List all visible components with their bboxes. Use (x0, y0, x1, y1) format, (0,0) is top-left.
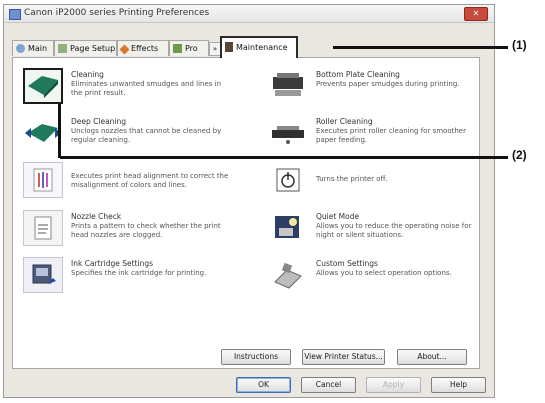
page-setup-icon (58, 44, 67, 53)
tab-main[interactable]: Main (12, 40, 54, 56)
custom-settings-title: Custom Settings (316, 259, 378, 268)
apply-button[interactable]: Apply (366, 377, 421, 393)
callout-label-1: (1) (512, 38, 527, 52)
profiles-icon (173, 44, 182, 53)
nozzle-check-title: Nozzle Check (71, 212, 122, 221)
alignment-icon[interactable] (23, 162, 63, 198)
instructions-button[interactable]: Instructions (221, 349, 291, 365)
deep-cleaning-title: Deep Cleaning (71, 117, 127, 126)
power-off-icon[interactable] (268, 162, 308, 198)
about-button[interactable]: About... (397, 349, 467, 365)
cancel-button[interactable]: Cancel (301, 377, 356, 393)
bottom-plate-desc: Prevents paper smudges during printing. (316, 80, 460, 88)
alignment-desc: Executes print head alignment to correct… (71, 172, 229, 189)
view-printer-status-button[interactable]: View Printer Status... (302, 349, 385, 365)
maintenance-icon (225, 42, 233, 52)
deep-cleaning-desc: Unclogs nozzles that cannot be cleaned b… (71, 127, 222, 144)
cleaning-title: Cleaning (71, 70, 104, 79)
bottom-plate-icon[interactable] (268, 68, 308, 104)
custom-settings-desc: Allows you to select operation options. (316, 269, 452, 277)
tab-page-setup[interactable]: Page Setup (54, 40, 117, 56)
printing-preferences-window: Canon iP2000 series Printing Preferences… (3, 4, 495, 398)
title-bar: Canon iP2000 series Printing Preferences… (4, 5, 494, 23)
roller-cleaning-title: Roller Cleaning (316, 117, 373, 126)
tab-profiles[interactable]: Pro (169, 40, 209, 56)
nozzle-check-icon[interactable] (23, 210, 63, 246)
help-button[interactable]: Help (431, 377, 486, 393)
custom-settings-icon[interactable] (268, 257, 308, 293)
bottom-plate-title: Bottom Plate Cleaning (316, 70, 400, 79)
ink-cartridge-icon[interactable] (23, 257, 63, 293)
callout-line-2 (60, 156, 508, 159)
quiet-mode-desc: Allows you to reduce the operating noise… (316, 222, 472, 239)
roller-cleaning-desc: Executes print roller cleaning for smoot… (316, 127, 466, 144)
ink-cartridge-desc: Specifies the ink cartridge for printing… (71, 269, 207, 277)
roller-cleaning-icon[interactable] (268, 115, 308, 151)
ink-cartridge-title: Ink Cartridge Settings (71, 259, 153, 268)
tab-effects[interactable]: Effects (117, 40, 169, 56)
maintenance-panel: Cleaning Eliminates unwanted smudges and… (12, 57, 480, 369)
tab-maintenance[interactable]: Maintenance (220, 36, 298, 58)
cleaning-desc: Eliminates unwanted smudges and lines in… (71, 80, 222, 97)
deep-cleaning-icon[interactable] (23, 115, 63, 151)
callout-line-1 (333, 46, 508, 49)
nozzle-check-desc: Prints a pattern to check whether the pr… (71, 222, 221, 239)
quiet-mode-icon[interactable] (268, 210, 308, 246)
callout-line-2-vertical (58, 104, 61, 158)
ok-button[interactable]: OK (236, 377, 291, 393)
printer-app-icon (9, 9, 21, 20)
close-button[interactable]: ✕ (464, 7, 488, 21)
cleaning-icon[interactable] (23, 68, 63, 104)
effects-icon (119, 44, 130, 55)
quiet-mode-title: Quiet Mode (316, 212, 360, 221)
power-off-desc: Turns the printer off. (316, 175, 388, 183)
callout-label-2: (2) (512, 148, 527, 162)
main-tab-icon (16, 44, 25, 53)
window-title: Canon iP2000 series Printing Preferences (24, 8, 210, 18)
